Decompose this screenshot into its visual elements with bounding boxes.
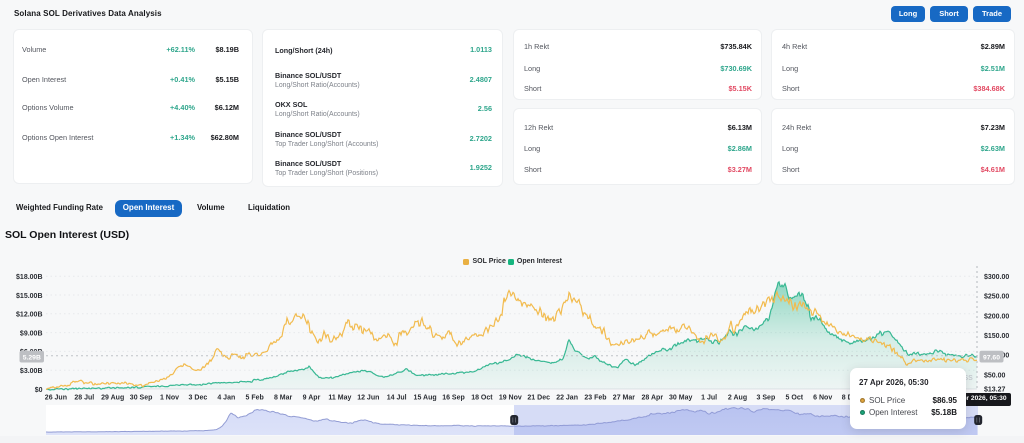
svg-text:26 Jun: 26 Jun [45, 395, 67, 402]
svg-text:18 Oct: 18 Oct [471, 395, 493, 402]
svg-text:$9.00B: $9.00B [20, 330, 43, 337]
svg-text:29 Aug: 29 Aug [101, 395, 124, 402]
svg-text:14 Jul: 14 Jul [387, 395, 407, 402]
svg-text:23 Feb: 23 Feb [584, 395, 606, 402]
svg-text:28 Apr: 28 Apr [642, 395, 664, 402]
svg-text:4 Jan: 4 Jan [217, 395, 235, 402]
svg-text:$0: $0 [35, 387, 43, 394]
svg-text:11 May: 11 May [328, 395, 351, 402]
svg-text:8 Mar: 8 Mar [274, 395, 293, 402]
svg-text:1 Jul: 1 Jul [701, 395, 717, 402]
svg-text:27 Mar: 27 Mar [613, 395, 635, 402]
svg-text:19 Nov: 19 Nov [499, 395, 522, 402]
svg-text:$250.00: $250.00 [984, 294, 1009, 301]
svg-text:2 Aug: 2 Aug [728, 395, 747, 402]
svg-text:3 Dec: 3 Dec [189, 395, 208, 402]
svg-text:21 Dec: 21 Dec [527, 395, 550, 402]
svg-text:$15.00B: $15.00B [16, 293, 42, 300]
svg-text:16 Sep: 16 Sep [442, 395, 465, 402]
svg-text:5 Oct: 5 Oct [786, 395, 804, 402]
svg-text:97.60: 97.60 [983, 354, 1000, 361]
svg-text:30 Sep: 30 Sep [130, 395, 153, 402]
svg-text:15 Aug: 15 Aug [414, 395, 437, 402]
svg-text:$18.00B: $18.00B [16, 274, 42, 281]
svg-text:$200.00: $200.00 [984, 313, 1009, 320]
svg-text:30 May: 30 May [669, 395, 692, 402]
svg-text:28 Jul: 28 Jul [74, 395, 94, 402]
svg-text:12 Jun: 12 Jun [357, 395, 379, 402]
svg-text:22 Jan: 22 Jan [556, 395, 578, 402]
svg-text:3 Sep: 3 Sep [757, 395, 776, 402]
svg-text:1 Nov: 1 Nov [160, 395, 179, 402]
svg-text:$300.00: $300.00 [984, 274, 1009, 281]
svg-text:6 Nov: 6 Nov [813, 395, 832, 402]
svg-text:5 Feb: 5 Feb [246, 395, 264, 402]
svg-text:$3.00B: $3.00B [20, 368, 43, 375]
svg-text:5.29B: 5.29B [23, 354, 41, 361]
svg-text:$150.00: $150.00 [984, 333, 1009, 340]
svg-text:$50.00: $50.00 [984, 372, 1006, 379]
svg-text:$12.00B: $12.00B [16, 312, 42, 319]
svg-text:9 Apr: 9 Apr [303, 395, 321, 402]
